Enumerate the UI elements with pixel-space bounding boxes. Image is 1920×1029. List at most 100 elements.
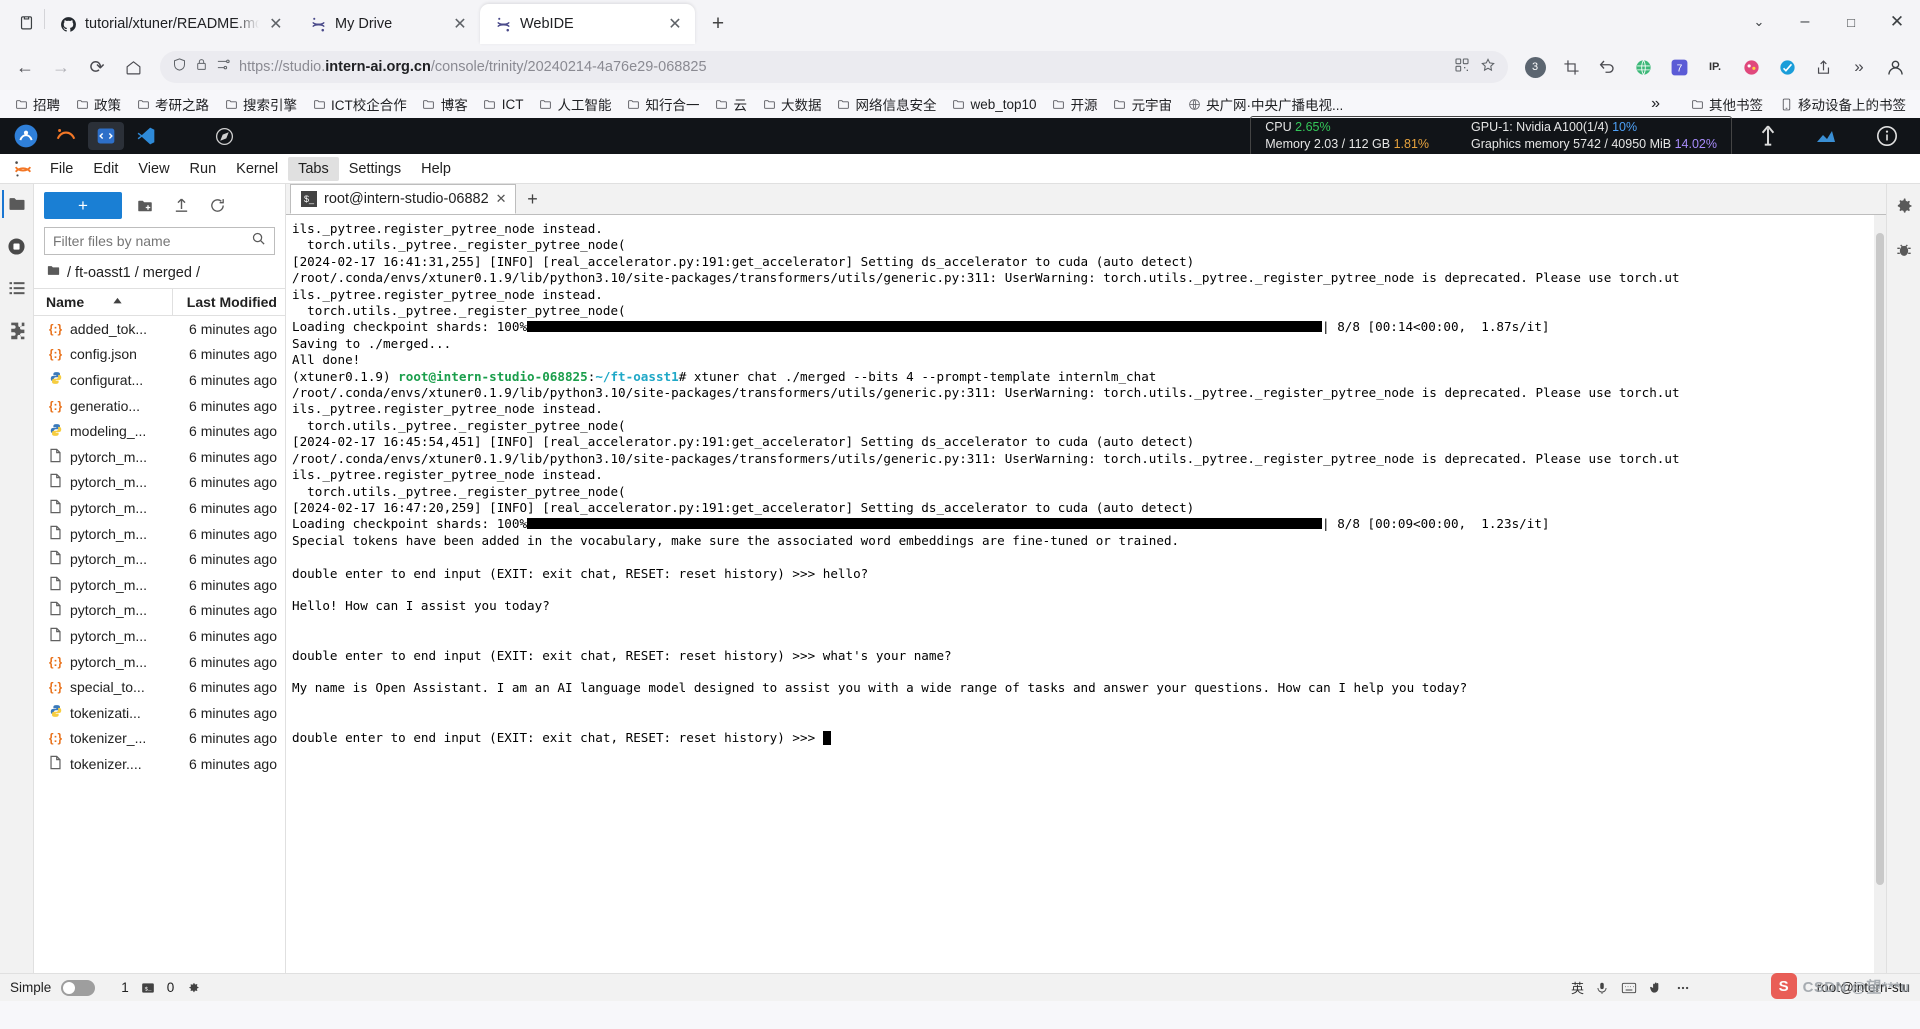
file-row[interactable]: tokenizati... 6 minutes ago <box>34 700 285 726</box>
undo-icon[interactable] <box>1590 50 1624 84</box>
info-icon[interactable] <box>1862 122 1912 150</box>
forward-icon[interactable]: → <box>44 50 78 84</box>
intern-studio-logo-icon[interactable] <box>8 121 44 151</box>
table-of-contents-icon[interactable] <box>3 274 31 302</box>
bookmarks-overflow-icon[interactable]: » <box>1645 93 1666 115</box>
gear-icon[interactable] <box>184 979 202 997</box>
simple-mode-toggle[interactable] <box>61 979 96 996</box>
file-row[interactable]: {:} config.json 6 minutes ago <box>34 342 285 368</box>
bookmark-item[interactable]: 大数据 <box>756 92 828 116</box>
home-icon[interactable] <box>116 50 150 84</box>
shield-icon[interactable] <box>172 57 187 77</box>
dashboard-icon[interactable] <box>1804 122 1848 150</box>
file-row[interactable]: pytorch_m... 6 minutes ago <box>34 546 285 572</box>
file-row[interactable]: modeling_... 6 minutes ago <box>34 418 285 444</box>
new-launcher-button[interactable]: + <box>44 192 122 219</box>
terminal-scrollbar[interactable] <box>1874 215 1886 973</box>
chevron-double-right-icon[interactable]: » <box>1842 50 1876 84</box>
blue-circle-icon[interactable] <box>1770 50 1804 84</box>
jupyter-logo-icon[interactable] <box>6 156 40 182</box>
menu-kernel[interactable]: Kernel <box>226 157 288 181</box>
file-row[interactable]: tokenizer.... 6 minutes ago <box>34 751 285 777</box>
bookmark-item[interactable]: 博客 <box>416 92 474 116</box>
tune-icon[interactable] <box>216 57 231 77</box>
ip-icon[interactable]: IP. <box>1698 50 1732 84</box>
file-row[interactable]: pytorch_m... 6 minutes ago <box>34 598 285 624</box>
url-text[interactable]: https://studio.intern-ai.org.cn/console/… <box>239 59 707 75</box>
file-row[interactable]: {:} tokenizer_... 6 minutes ago <box>34 726 285 752</box>
upload-icon[interactable] <box>168 194 194 218</box>
terminal-icon[interactable]: $_ <box>139 979 157 997</box>
terminal-output[interactable]: ils._pytree.register_pytree_node instead… <box>286 215 1874 973</box>
bookmark-item[interactable]: 人工智能 <box>533 92 618 116</box>
bookmark-item[interactable]: 搜索引擎 <box>218 92 303 116</box>
bookmark-item[interactable]: 网络信息安全 <box>831 92 943 116</box>
bookmark-item[interactable]: ICT校企合作 <box>306 92 413 116</box>
globe-icon[interactable] <box>1626 50 1660 84</box>
debugger-icon[interactable] <box>1890 236 1918 264</box>
bookmark-item[interactable]: web_top10 <box>946 95 1043 114</box>
window-maximize-button[interactable]: □ <box>1828 3 1874 41</box>
refresh-icon[interactable] <box>204 194 230 218</box>
bookmark-item[interactable]: 考研之路 <box>130 92 215 116</box>
menu-tabs[interactable]: Tabs <box>288 156 339 181</box>
menu-help[interactable]: Help <box>411 157 461 181</box>
filter-files-input[interactable] <box>53 233 251 249</box>
share-icon[interactable] <box>1806 50 1840 84</box>
compass-icon[interactable] <box>206 122 242 150</box>
new-folder-icon[interactable] <box>132 194 158 218</box>
file-browser-icon[interactable] <box>1 190 30 218</box>
menu-run[interactable]: Run <box>180 157 227 181</box>
extensions-badge-icon[interactable]: 3 <box>1518 50 1552 84</box>
lock-icon[interactable] <box>195 58 208 76</box>
translate-icon[interactable]: 7 <box>1662 50 1696 84</box>
column-header-name[interactable]: Name <box>34 289 173 315</box>
bookmark-item[interactable]: 云 <box>709 92 754 116</box>
tab-close-icon[interactable]: ✕ <box>665 14 685 34</box>
other-bookmarks-item[interactable]: 其他书签 <box>1684 92 1769 116</box>
tab-list-chevron-icon[interactable]: ⌄ <box>1736 3 1782 41</box>
vscode-blue-icon[interactable] <box>88 122 124 150</box>
menu-view[interactable]: View <box>128 157 179 181</box>
running-terminals-icon[interactable] <box>3 232 31 260</box>
qr-icon[interactable] <box>1454 57 1470 78</box>
terminal-container[interactable]: ils._pytree.register_pytree_node instead… <box>286 215 1886 973</box>
menu-edit[interactable]: Edit <box>83 157 128 181</box>
star-icon[interactable] <box>1480 57 1496 78</box>
tab-close-icon[interactable]: ✕ <box>450 14 470 34</box>
browser-tab-2[interactable]: WebIDE ✕ <box>480 4 695 44</box>
scrollbar-thumb[interactable] <box>1876 233 1884 885</box>
mic-icon[interactable] <box>1593 979 1611 997</box>
bookmark-item[interactable]: 知行合一 <box>621 92 706 116</box>
back-icon[interactable]: ← <box>8 50 42 84</box>
browser-tab-0[interactable]: tutorial/xtuner/README.md a ✕ <box>45 4 295 44</box>
profile-icon[interactable] <box>1878 50 1912 84</box>
mobile-bookmarks-item[interactable]: 移动设备上的书签 <box>1773 92 1912 116</box>
file-row[interactable]: pytorch_m... 6 minutes ago <box>34 495 285 521</box>
column-header-modified[interactable]: Last Modified <box>173 289 285 315</box>
hand-icon[interactable] <box>1647 979 1665 997</box>
window-close-button[interactable]: ✕ <box>1874 3 1920 41</box>
file-row[interactable]: pytorch_m... 6 minutes ago <box>34 444 285 470</box>
file-row[interactable]: pytorch_m... 6 minutes ago <box>34 623 285 649</box>
reload-icon[interactable]: ⟳ <box>80 50 114 84</box>
menu-settings[interactable]: Settings <box>339 157 411 181</box>
file-row[interactable]: configurat... 6 minutes ago <box>34 367 285 393</box>
upload-arrow-icon[interactable] <box>1746 122 1790 150</box>
search-icon[interactable] <box>251 231 266 251</box>
breadcrumb[interactable]: / ft-oasst1 / merged / <box>34 261 285 288</box>
add-tab-button[interactable]: + <box>520 186 546 212</box>
browser-tab-1[interactable]: My Drive ✕ <box>295 4 480 44</box>
bookmark-item[interactable]: 开源 <box>1046 92 1104 116</box>
file-filter-box[interactable] <box>44 227 275 255</box>
tab-close-icon[interactable]: ✕ <box>267 14 285 34</box>
file-row[interactable]: pytorch_m... 6 minutes ago <box>34 521 285 547</box>
file-row[interactable]: pytorch_m... 6 minutes ago <box>34 470 285 496</box>
new-tab-button[interactable]: + <box>703 9 733 39</box>
extension-manager-icon[interactable] <box>3 316 31 344</box>
ime-lang-label[interactable]: 英 <box>1571 978 1584 997</box>
more-icon[interactable] <box>1674 979 1692 997</box>
palette-icon[interactable] <box>1734 50 1768 84</box>
file-row[interactable]: {:} generatio... 6 minutes ago <box>34 393 285 419</box>
file-list[interactable]: {:} added_tok... 6 minutes ago {:} config.js… <box>34 316 285 973</box>
